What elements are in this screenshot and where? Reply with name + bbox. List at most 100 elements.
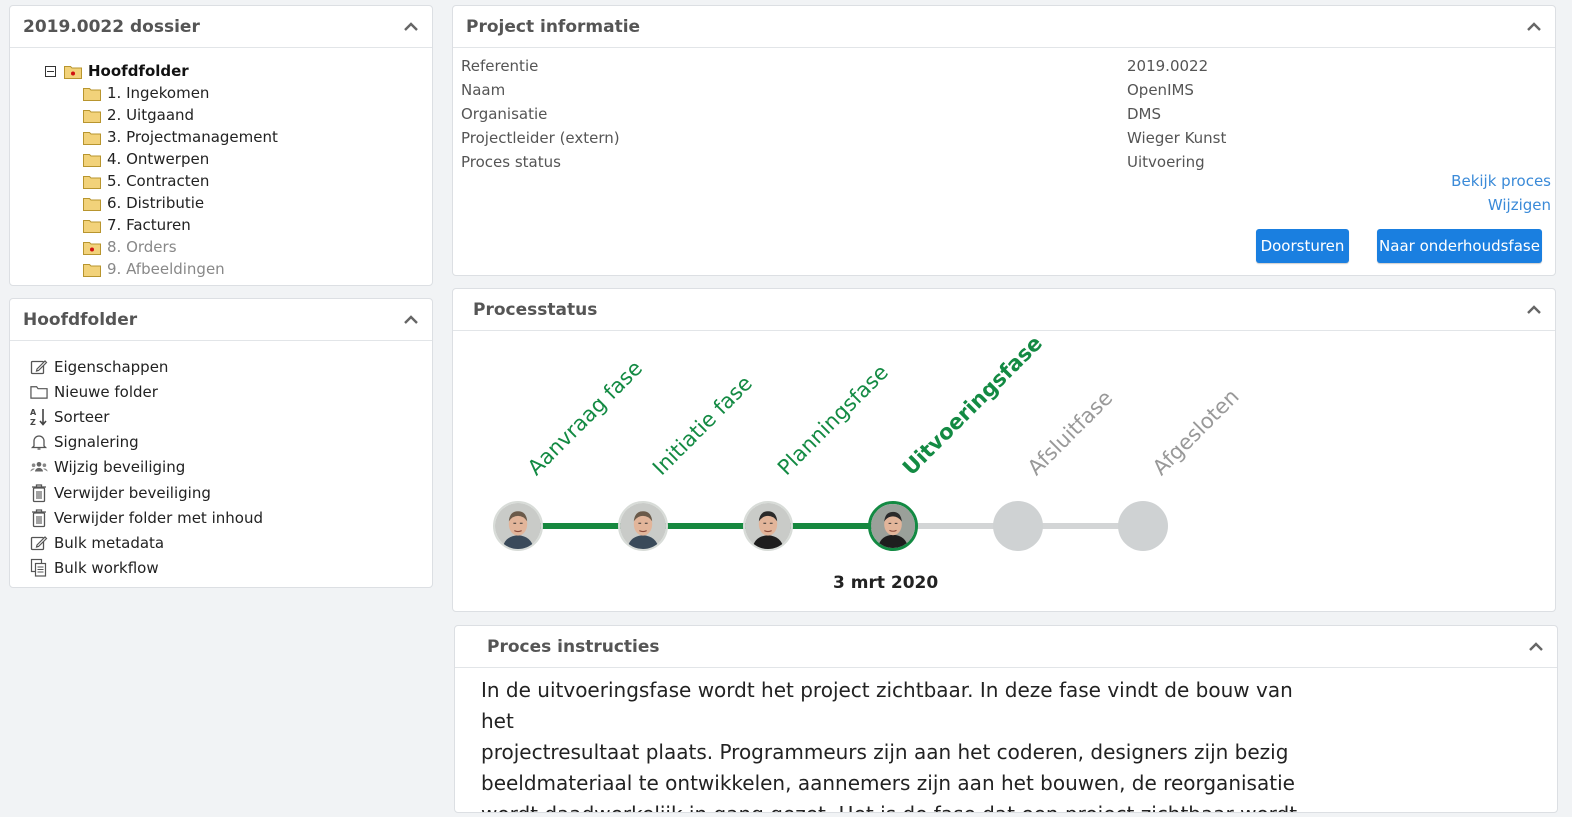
phase-node-empty[interactable] xyxy=(1118,501,1168,551)
tree-folder-label: 6. Distributie xyxy=(107,194,205,212)
phase-label: Aanvraag fase xyxy=(523,355,648,480)
instruction-line: In de uitvoeringsfase wordt het project … xyxy=(481,678,1293,733)
tree-folder-label: 1. Ingekomen xyxy=(107,84,210,102)
users-icon xyxy=(30,458,48,476)
dossier-panel-header: 2019.0022 dossier xyxy=(10,6,432,48)
tree-folder-item[interactable]: 3. Projectmanagement xyxy=(45,126,278,148)
edit-icon xyxy=(30,534,48,552)
project-info-row: Referentie 2019.0022 xyxy=(461,54,1555,78)
folder-action-item[interactable]: Bulk metadata xyxy=(30,530,263,555)
collapse-chevron-icon[interactable] xyxy=(1526,19,1542,35)
folder-action-label: Nieuwe folder xyxy=(54,382,158,401)
folder-actions-list: Eigenschappen Nieuwe folder A Z Sorteer Signa… xyxy=(30,354,263,581)
forward-button[interactable]: Doorsturen xyxy=(1256,229,1349,263)
phase-node-empty[interactable] xyxy=(993,501,1043,551)
trash-icon xyxy=(30,483,48,502)
phase-label: Afsluitfase xyxy=(1023,385,1118,480)
tree-folder-item[interactable]: 1. Ingekomen xyxy=(45,82,278,104)
folder-icon xyxy=(83,130,101,145)
folder-action-item[interactable]: A Z Sorteer xyxy=(30,404,263,429)
view-process-link[interactable]: Bekijk proces xyxy=(1451,172,1551,190)
tree-folder-label: 4. Ontwerpen xyxy=(107,150,210,168)
tree-root-label: Hoofdfolder xyxy=(88,62,189,80)
phase-avatar[interactable] xyxy=(868,501,918,551)
project-info-label: Referentie xyxy=(461,57,539,75)
dossier-title: 2019.0022 dossier xyxy=(23,16,200,37)
avatar-icon xyxy=(495,503,541,549)
folder-tree: Hoofdfolder 1. Ingekomen 2. Uitgaand 3. Pr… xyxy=(45,60,278,280)
maintenance-phase-button[interactable]: Naar onderhoudsfase xyxy=(1377,229,1542,263)
folder-action-item[interactable]: Verwijder folder met inhoud xyxy=(30,505,263,530)
project-info-panel: Project informatie Referentie 2019.0022 Na… xyxy=(452,5,1556,276)
folder-action-label: Signalering xyxy=(54,433,139,452)
tree-folder-item[interactable]: 9. Afbeeldingen xyxy=(45,258,278,280)
collapse-minus-icon[interactable] xyxy=(45,65,56,77)
tree-folder-label: 8. Orders xyxy=(107,238,177,256)
folder-icon xyxy=(83,240,101,255)
avatar-icon xyxy=(871,504,915,548)
svg-text:Z: Z xyxy=(30,418,36,427)
folder-action-item[interactable]: Eigenschappen xyxy=(30,354,263,379)
folder-action-item[interactable]: Bulk workflow xyxy=(30,556,263,581)
tree-folder-item[interactable]: 7. Facturen xyxy=(45,214,278,236)
folder-outline-icon xyxy=(30,383,48,401)
project-info-value: 2019.0022 xyxy=(1127,57,1209,75)
project-info-row: Projectleider (extern) Wieger Kunst xyxy=(461,126,1555,150)
folder-action-label: Sorteer xyxy=(54,407,110,426)
folder-action-label: Verwijder folder met inhoud xyxy=(54,508,263,527)
hoofdfolder-panel: Hoofdfolder Eigenschappen Nieuwe folder A Z… xyxy=(9,298,433,588)
tree-folder-label: 2. Uitgaand xyxy=(107,106,195,124)
collapse-chevron-icon[interactable] xyxy=(403,312,419,328)
collapse-chevron-icon[interactable] xyxy=(1526,302,1542,318)
instruction-line: beeldmateriaal te ontwikkelen, aannemers… xyxy=(481,771,1295,795)
project-info-label: Organisatie xyxy=(461,105,548,123)
folder-action-item[interactable]: Wijzig beveiliging xyxy=(30,455,263,480)
phase-avatar[interactable] xyxy=(618,501,668,551)
avatar-icon xyxy=(745,503,791,549)
process-instructions-text: In de uitvoeringsfase wordt het project … xyxy=(481,675,1331,812)
collapse-chevron-icon[interactable] xyxy=(1528,639,1544,655)
project-info-label: Proces status xyxy=(461,153,561,171)
folder-icon xyxy=(83,108,101,123)
project-info-label: Naam xyxy=(461,81,506,99)
folder-icon xyxy=(64,64,82,79)
instruction-line: wordt daadwerkelijk in gang gezet. Het i… xyxy=(481,799,1331,812)
tree-folder-label: 5. Contracten xyxy=(107,172,210,190)
tree-folder-label: 3. Projectmanagement xyxy=(107,128,278,146)
bell-icon xyxy=(30,433,48,451)
folder-action-item[interactable]: Signalering xyxy=(30,430,263,455)
phase-avatar[interactable] xyxy=(493,501,543,551)
edit-icon xyxy=(30,358,48,376)
tree-folder-item[interactable]: 4. Ontwerpen xyxy=(45,148,278,170)
folder-icon xyxy=(83,152,101,167)
process-status-header: Processtatus xyxy=(453,289,1555,331)
phase-avatar[interactable] xyxy=(743,501,793,551)
folder-icon xyxy=(83,196,101,211)
collapse-chevron-icon[interactable] xyxy=(403,19,419,35)
project-info-row: Proces status Uitvoering xyxy=(461,150,1555,174)
process-status-title: Processtatus xyxy=(473,299,598,320)
process-status-panel: Processtatus Aanvraag fase Initiatie fase… xyxy=(452,288,1556,612)
folder-action-label: Wijzig beveiliging xyxy=(54,458,186,477)
instruction-line: projectresultaat plaats. Programmeurs zi… xyxy=(481,740,1289,764)
folder-action-label: Bulk metadata xyxy=(54,533,165,552)
tree-folder-item[interactable]: 8. Orders xyxy=(45,236,278,258)
tree-folder-item[interactable]: 2. Uitgaand xyxy=(45,104,278,126)
tree-folder-item[interactable]: 5. Contracten xyxy=(45,170,278,192)
edit-link[interactable]: Wijzigen xyxy=(1488,196,1551,214)
process-instructions-title: Proces instructies xyxy=(487,636,660,657)
trash-icon xyxy=(30,509,48,527)
phase-label: Planningsfase xyxy=(773,360,893,480)
folder-action-item[interactable]: Verwijder beveiliging xyxy=(30,480,263,505)
folder-action-label: Bulk workflow xyxy=(54,559,159,578)
tree-folder-item[interactable]: 6. Distributie xyxy=(45,192,278,214)
project-info-value: DMS xyxy=(1127,105,1162,123)
folder-action-item[interactable]: Nieuwe folder xyxy=(30,379,263,404)
folder-icon xyxy=(83,262,101,277)
phase-label: Initiatie fase xyxy=(648,371,757,480)
project-info-value: OpenIMS xyxy=(1127,81,1194,99)
dossier-panel: 2019.0022 dossier Hoofdfolder 1. Ingekom… xyxy=(9,5,433,286)
folder-action-label: Eigenschappen xyxy=(54,357,169,376)
tree-root-hoofdfolder[interactable]: Hoofdfolder xyxy=(45,60,278,82)
sort-icon: AZ xyxy=(30,408,48,427)
